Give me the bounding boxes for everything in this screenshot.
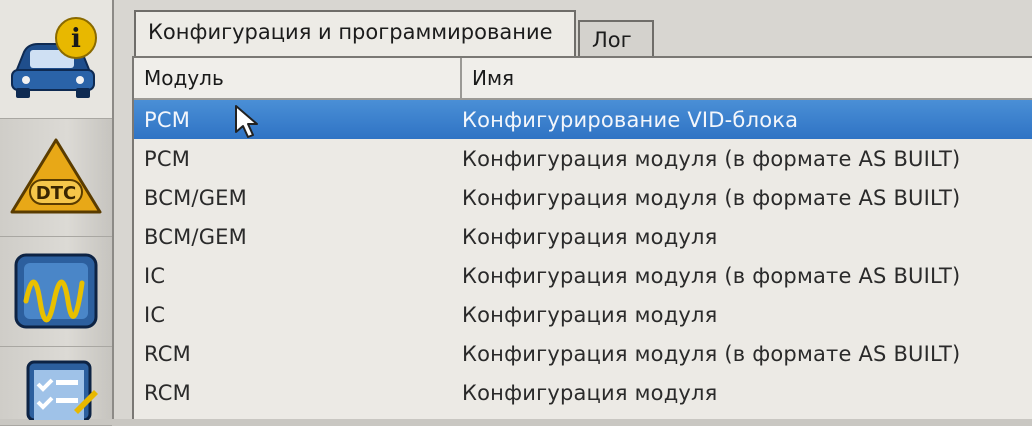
table-row[interactable]: RCM Конфигурация модуля [134, 373, 1032, 412]
table-row[interactable]: RCM Конфигурация модуля (в формате AS BU… [134, 334, 1032, 373]
mouse-pointer-icon [235, 105, 258, 138]
dtc-tool[interactable]: DTC [0, 118, 112, 237]
table-row[interactable]: PCM Конфигурация модуля (в формате AS BU… [134, 139, 1032, 178]
tab-label: Конфигурация и программирование [148, 20, 553, 44]
module-cell: PCM [144, 107, 191, 132]
tab-configuration-programming[interactable]: Конфигурация и программирование [134, 10, 576, 56]
name-cell: Конфигурация модуля [462, 380, 718, 405]
modules-table: Модуль Имя PCM Конфигурирование VID-блок… [132, 56, 1032, 419]
module-cell: BCM/GEM [144, 185, 247, 210]
column-header-module[interactable]: Модуль [134, 58, 462, 98]
table-row[interactable]: IC Конфигурация модуля [134, 295, 1032, 334]
table-row[interactable]: BCM/GEM Конфигурация модуля (в формате A… [134, 178, 1032, 217]
checklist-tool[interactable] [0, 346, 112, 426]
module-cell: PCM [144, 146, 191, 171]
vehicle-info-icon: i [11, 17, 97, 98]
tab-log[interactable]: Лог [578, 20, 654, 56]
oscilloscope-icon [14, 253, 98, 329]
svg-text:i: i [71, 24, 81, 54]
tab-label: Лог [592, 28, 632, 52]
name-cell: Конфигурация модуля (в формате AS BUILT) [462, 341, 961, 366]
module-cell: RCM [144, 341, 191, 366]
vehicle-info-tool[interactable]: i [0, 0, 112, 119]
name-cell: Конфигурация модуля (в формате AS BUILT) [462, 185, 961, 210]
table-row[interactable]: PCM Конфигурирование VID-блока [134, 100, 1032, 139]
oscilloscope-tool[interactable] [0, 236, 112, 347]
name-cell: Конфигурация модуля (в формате AS BUILT) [462, 146, 961, 171]
name-cell: Конфигурация модуля [462, 224, 718, 249]
name-cell: Конфигурация модуля [462, 302, 718, 327]
table-header: Модуль Имя [134, 58, 1032, 100]
table-row[interactable]: BCM/GEM Конфигурация модуля [134, 217, 1032, 256]
table-row[interactable]: IC Конфигурация модуля (в формате AS BUI… [134, 256, 1032, 295]
module-cell: IC [144, 302, 166, 327]
module-cell: BCM/GEM [144, 224, 247, 249]
checklist-icon [26, 360, 98, 420]
column-header-name[interactable]: Имя [462, 58, 514, 98]
module-cell: RCM [144, 380, 191, 405]
name-cell: Конфигурирование VID-блока [462, 107, 799, 132]
dtc-label: DTC [36, 183, 76, 204]
module-cell: IC [144, 263, 166, 288]
main-panel: Конфигурация и программирование Лог Моду… [114, 0, 1032, 419]
left-toolbar: i DTC [0, 0, 114, 426]
dtc-icon: DTC [10, 138, 102, 214]
name-cell: Конфигурация модуля (в формате AS BUILT) [462, 263, 961, 288]
